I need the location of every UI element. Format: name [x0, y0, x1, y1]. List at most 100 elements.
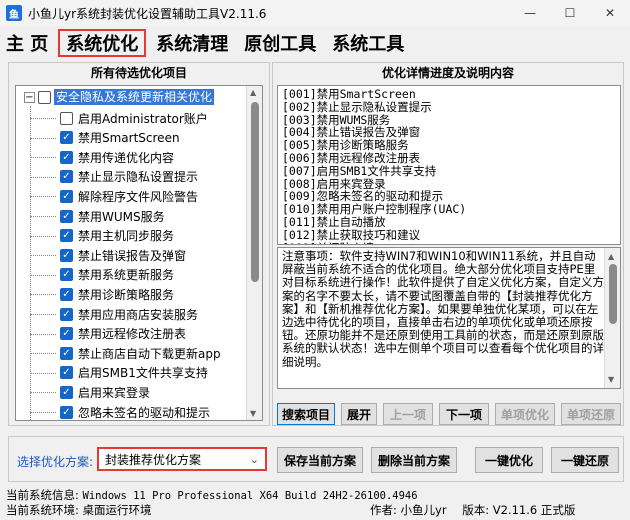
previous-item-button[interactable]: 上一项 [383, 403, 433, 425]
search-items-button[interactable]: 搜索项目 [277, 403, 335, 425]
item-checkbox[interactable]: ✓ [60, 405, 73, 419]
plan-label: 选择优化方案: [17, 455, 94, 469]
main-menu: 主 页 系统优化 系统清理 原创工具 系统工具 [0, 28, 630, 58]
system-info-line: 当前系统信息: Windows 11 Pro Professional X64 … [6, 487, 418, 503]
minimize-button[interactable]: — [510, 0, 550, 26]
chevron-down-icon[interactable]: ⌄ [250, 453, 259, 466]
tree-item[interactable]: ✓ 启用SMB1文件共享支持 [30, 363, 208, 383]
one-click-optimize-button[interactable]: 一键优化 [475, 447, 543, 473]
item-checkbox[interactable] [60, 111, 73, 125]
left-panel-title: 所有待选优化项目 [90, 66, 187, 80]
single-optimize-button[interactable]: 单项优化 [495, 403, 555, 425]
item-checkbox[interactable]: ✓ [60, 170, 73, 184]
tree-root-label[interactable]: 安全隐私及系统更新相关优化 [54, 89, 215, 105]
item-checkbox[interactable]: ✓ [60, 248, 73, 262]
item-checkbox[interactable]: ✓ [60, 150, 73, 164]
one-click-restore-button[interactable]: 一键还原 [551, 447, 619, 473]
tree-connector [30, 137, 56, 139]
root-checkbox[interactable] [38, 90, 51, 104]
scroll-up-icon[interactable]: ▲ [250, 88, 256, 97]
author-version-line: 作者: 小鱼儿yr 版本: V2.11.6 正式版 [370, 502, 575, 518]
item-checkbox[interactable]: ✓ [60, 268, 73, 282]
tree-item[interactable]: ✓ 禁用应用商店安装服务 [30, 304, 198, 324]
notes-scrollbar[interactable]: ▲ ▼ [604, 248, 620, 388]
detail-line: [006]禁用远程修改注册表 [282, 150, 421, 165]
progress-detail-list[interactable]: [001]禁用SmartScreen [002]禁止显示隐私设置提示 [003]禁用… [277, 85, 621, 245]
notes-textbox[interactable]: 注意事项：软件支持WIN7和WIN10和WIN11系统，并且自动屏蔽当前系统不适… [277, 247, 621, 389]
detail-line: [012]禁止获取技巧和建议 [282, 227, 421, 242]
tree-item[interactable]: ✓ 禁用传递优化内容 [30, 147, 175, 167]
item-checkbox[interactable]: ✓ [60, 366, 73, 380]
delete-plan-button[interactable]: 删除当前方案 [371, 447, 457, 473]
tree-item[interactable]: ✓ 禁止错误报告及弹窗 [30, 245, 187, 265]
tree-connector [30, 353, 56, 355]
tree-item-label: 禁用WUMS服务 [78, 209, 165, 224]
item-checkbox[interactable]: ✓ [60, 385, 73, 399]
details-panel: 优化详情进度及说明内容 [001]禁用SmartScreen [002]禁止显示隐… [272, 62, 624, 426]
detail-line: [001]禁用SmartScreen [282, 87, 416, 101]
tree-connector [30, 235, 56, 237]
app-logo-icon: 鱼 [6, 5, 22, 21]
tree-item[interactable]: ✓ 禁用SmartScreen [30, 128, 180, 148]
version-value: V2.11.6 正式版 [492, 503, 576, 517]
tree-item[interactable]: ✓ 禁用远程修改注册表 [30, 324, 187, 344]
tree-item-label: 禁用诊断策略服务 [78, 287, 175, 302]
tree-item[interactable]: ✓ 禁用诊断策略服务 [30, 284, 175, 304]
tree-item-label: 禁用远程修改注册表 [78, 327, 187, 342]
tree-item[interactable]: ✓ 禁止商店自动下载更新app [30, 343, 221, 363]
tree-root-node[interactable]: − 安全隐私及系统更新相关优化 [24, 88, 215, 106]
detail-line: [013]关闭防火墙 [282, 241, 616, 244]
tree-item[interactable]: ✓ 禁用系统更新服务 [30, 265, 174, 285]
item-checkbox[interactable]: ✓ [60, 346, 73, 360]
next-item-button[interactable]: 下一项 [439, 403, 489, 425]
window-title: 小鱼儿yr系统封装优化设置辅助工具V2.11.6 [28, 6, 267, 21]
menu-system-tools[interactable]: 系统工具 [326, 29, 410, 57]
tree-item[interactable]: ✓ 解除程序文件风险警告 [30, 186, 198, 206]
item-checkbox[interactable]: ✓ [60, 131, 73, 145]
tree-item[interactable]: ✓ 忽略未签名的驱动和提示 [30, 402, 211, 420]
tree-item-label: 禁用传递优化内容 [78, 150, 175, 165]
scroll-thumb[interactable] [251, 102, 259, 282]
maximize-button[interactable]: ☐ [550, 0, 590, 26]
menu-system-optimize[interactable]: 系统优化 [58, 29, 147, 57]
title-bar: 鱼 小鱼儿yr系统封装优化设置辅助工具V2.11.6 — ☐ ✕ [0, 0, 630, 26]
item-checkbox[interactable]: ✓ [60, 287, 73, 301]
menu-system-clean[interactable]: 系统清理 [150, 29, 234, 57]
item-checkbox[interactable]: ✓ [60, 307, 73, 321]
item-checkbox[interactable]: ✓ [60, 229, 73, 243]
tree-item[interactable]: ✓ 禁用WUMS服务 [30, 206, 165, 226]
scroll-down-icon[interactable]: ▼ [608, 373, 614, 386]
system-env-value: 桌面运行环境 [82, 503, 152, 517]
author-label: 作者: [370, 503, 397, 517]
tree-item-label: 禁止错误报告及弹窗 [78, 248, 187, 263]
plan-bar: 选择优化方案: 封装推荐优化方案 ⌄ 保存当前方案 删除当前方案 一键优化 一键… [8, 436, 624, 482]
tree-item[interactable]: ✓ 禁止显示隐私设置提示 [30, 167, 199, 187]
menu-home[interactable]: 主 页 [0, 29, 54, 57]
item-checkbox[interactable]: ✓ [60, 189, 73, 203]
tree-item-label: 忽略未签名的驱动和提示 [78, 405, 211, 420]
tree-item[interactable]: ✓ 禁用主机同步服务 [30, 226, 174, 246]
close-button[interactable]: ✕ [590, 0, 630, 26]
detail-line: [011]禁止自动播放 [282, 214, 386, 229]
notes-text: 注意事项：软件支持WIN7和WIN10和WIN11系统，并且自动屏蔽当前系统不适… [282, 249, 604, 369]
optimization-tree[interactable]: − 安全隐私及系统更新相关优化 启用Administrator账户 ✓ 禁用Smar… [15, 85, 263, 421]
scroll-up-icon[interactable]: ▲ [608, 250, 614, 263]
collapse-icon[interactable]: − [24, 91, 35, 103]
tree-item[interactable]: 启用Administrator账户 [30, 108, 208, 128]
plan-select[interactable]: 封装推荐优化方案 ⌄ [97, 447, 267, 471]
save-plan-button[interactable]: 保存当前方案 [277, 447, 363, 473]
system-env-label: 当前系统环境: [6, 503, 79, 517]
tree-connector [30, 314, 56, 315]
tree-connector [30, 157, 56, 159]
item-checkbox[interactable]: ✓ [60, 209, 73, 223]
item-checkbox[interactable]: ✓ [60, 327, 73, 341]
expand-button[interactable]: 展开 [341, 403, 377, 425]
scroll-thumb[interactable] [609, 264, 617, 324]
menu-original-tools[interactable]: 原创工具 [238, 29, 322, 57]
tree-connector [30, 392, 56, 394]
scroll-down-icon[interactable]: ▼ [250, 409, 256, 418]
single-restore-button[interactable]: 单项还原 [561, 403, 621, 425]
tree-item-label: 禁止显示隐私设置提示 [78, 170, 199, 185]
tree-item[interactable]: ✓ 启用来宾登录 [30, 382, 150, 402]
tree-scrollbar[interactable]: ▲ ▼ [246, 86, 262, 420]
